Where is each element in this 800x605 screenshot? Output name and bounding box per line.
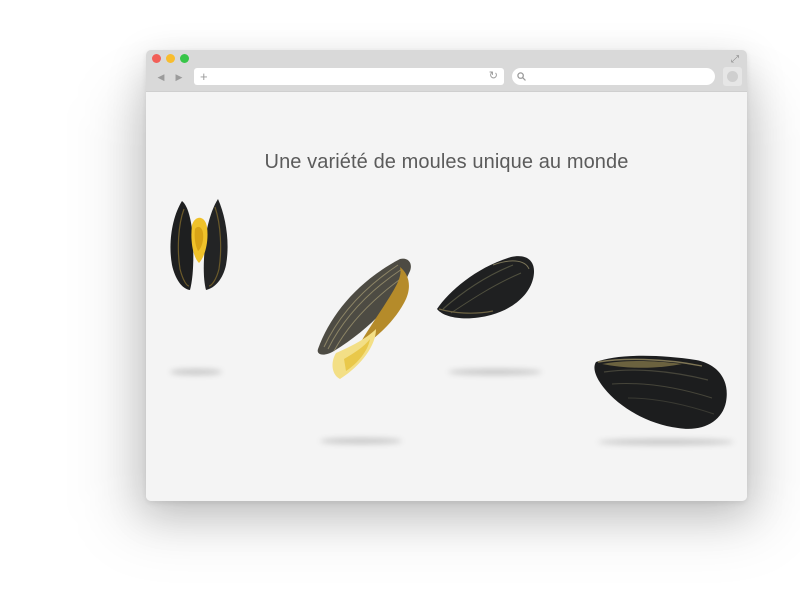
close-window-button[interactable] — [152, 54, 161, 63]
mussel-shadow — [170, 369, 222, 375]
settings-button[interactable] — [723, 67, 742, 86]
page-content: Une variété de moules unique au monde — [146, 92, 747, 501]
browser-window: ⤢ ◀ ▶ + ↻ Une variété de moules unique a… — [146, 50, 747, 501]
search-input[interactable] — [512, 68, 715, 85]
page-headline: Une variété de moules unique au monde — [264, 151, 629, 173]
browser-toolbar: ⤢ ◀ ▶ + ↻ — [146, 50, 747, 92]
expand-icon[interactable]: ⤢ — [729, 54, 741, 66]
mussel-closed-large — [594, 355, 727, 429]
mussel-shadow — [320, 438, 402, 444]
maximize-window-button[interactable] — [180, 54, 189, 63]
mussel-shadow — [448, 369, 542, 375]
search-icon — [517, 72, 526, 81]
back-arrow-icon[interactable]: ◀ — [153, 69, 169, 85]
address-bar[interactable]: + ↻ — [194, 68, 504, 85]
reload-icon[interactable]: ↻ — [489, 68, 498, 85]
plus-icon[interactable]: + — [200, 68, 208, 85]
mussel-open-front — [170, 199, 228, 290]
mussel-open-tilted — [317, 258, 411, 379]
mussel-closed-small — [437, 256, 535, 319]
stage: ⤢ ◀ ▶ + ↻ Une variété de moules unique a… — [0, 0, 800, 605]
forward-arrow-icon[interactable]: ▶ — [171, 69, 187, 85]
minimize-window-button[interactable] — [166, 54, 175, 63]
settings-icon — [727, 71, 738, 82]
mussel-shadow — [598, 439, 734, 445]
